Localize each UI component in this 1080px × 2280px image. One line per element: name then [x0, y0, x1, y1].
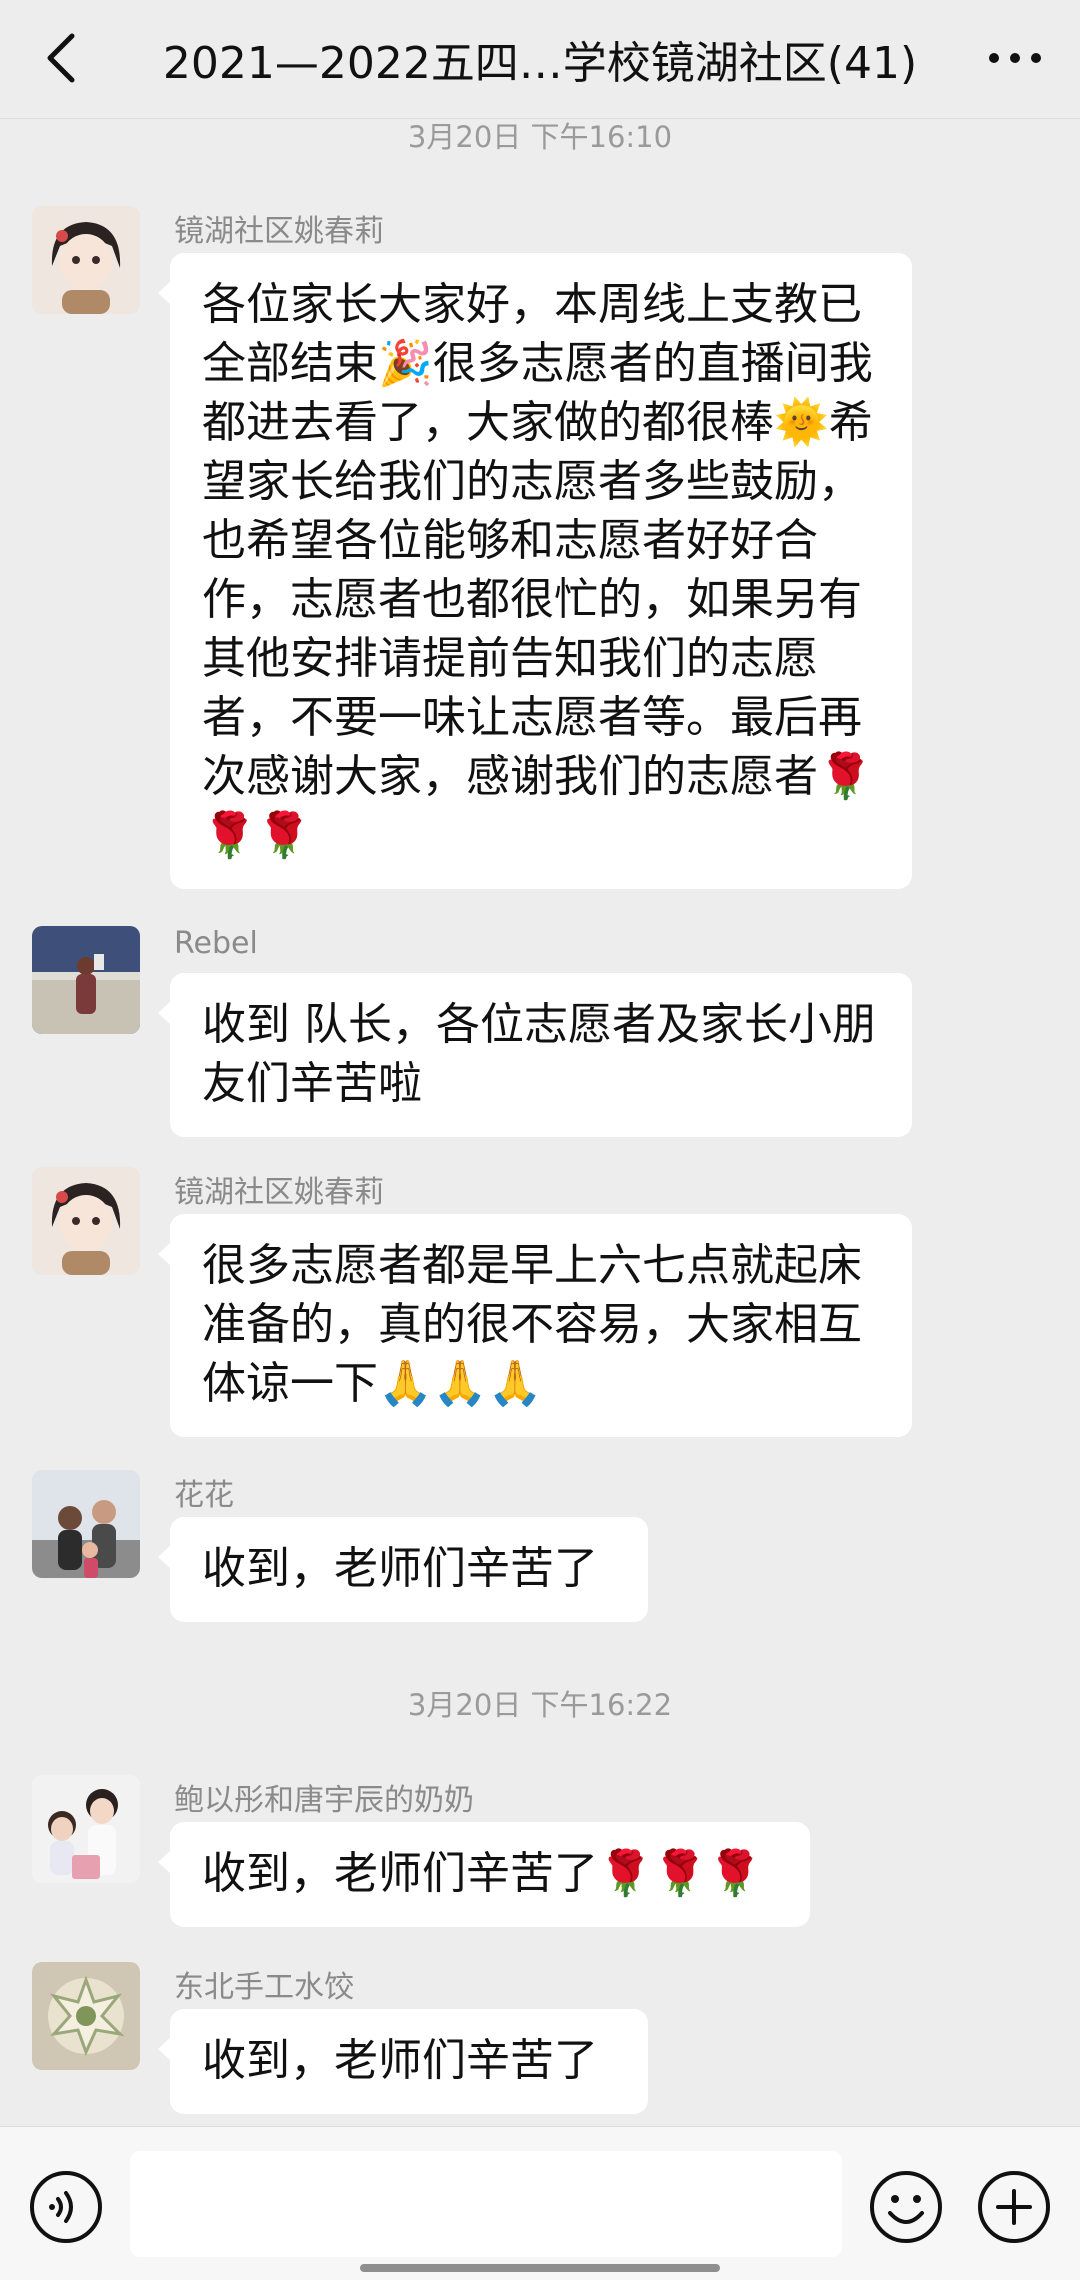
input-bar [0, 2126, 1080, 2280]
plus-icon [978, 2171, 1050, 2243]
avatar[interactable] [32, 926, 140, 1034]
emoji-icon [870, 2171, 942, 2243]
message-input[interactable] [130, 2151, 842, 2257]
avatar[interactable] [32, 1775, 140, 1883]
chat-title: 2021—2022五四…学校镜湖社区(41) [162, 38, 918, 89]
message-bubble[interactable]: 收到，老师们辛苦了 [158, 2009, 648, 2114]
avatar[interactable] [32, 1167, 140, 1275]
avatar[interactable] [32, 1962, 140, 2070]
more-dots-icon [989, 53, 1041, 63]
voice-icon [30, 2171, 102, 2243]
sender-name: 东北手工水饺 [174, 1970, 354, 2005]
back-button[interactable] [30, 28, 90, 88]
timestamp: 3月20日 下午16:10 [407, 120, 673, 154]
sender-name: 镜湖社区姚春莉 [174, 1175, 384, 1210]
message-bubble[interactable]: 很多志愿者都是早上六七点就起床准备的，真的很不容易，大家相互体谅一下🙏🙏🙏 [158, 1214, 912, 1437]
home-indicator[interactable] [360, 2264, 720, 2272]
more-button[interactable] [980, 28, 1050, 88]
sender-name: Rebel [174, 926, 258, 961]
chat-header: 2021—2022五四…学校镜湖社区(41) [0, 0, 1080, 119]
sender-name: 镜湖社区姚春莉 [174, 214, 384, 249]
timestamp: 3月20日 下午16:22 [407, 1688, 673, 1722]
avatar[interactable] [32, 1470, 140, 1578]
sender-name: 鲍以彤和唐宇辰的奶奶 [174, 1783, 474, 1818]
message-bubble[interactable]: 各位家长大家好，本周线上支教已全部结束🎉很多志愿者的直播间我都进去看了，大家做的… [158, 253, 912, 889]
plus-button[interactable] [976, 2169, 1052, 2245]
message-bubble[interactable]: 收到 队长，各位志愿者及家长小朋友们辛苦啦 [158, 973, 912, 1137]
message-bubble[interactable]: 收到，老师们辛苦了🌹🌹🌹 [158, 1822, 810, 1927]
emoji-button[interactable] [868, 2169, 944, 2245]
avatar[interactable] [32, 206, 140, 314]
voice-button[interactable] [28, 2169, 104, 2245]
message-bubble[interactable]: 收到，老师们辛苦了 [158, 1517, 648, 1622]
chevron-left-icon [47, 33, 75, 83]
sender-name: 花花 [174, 1478, 234, 1513]
